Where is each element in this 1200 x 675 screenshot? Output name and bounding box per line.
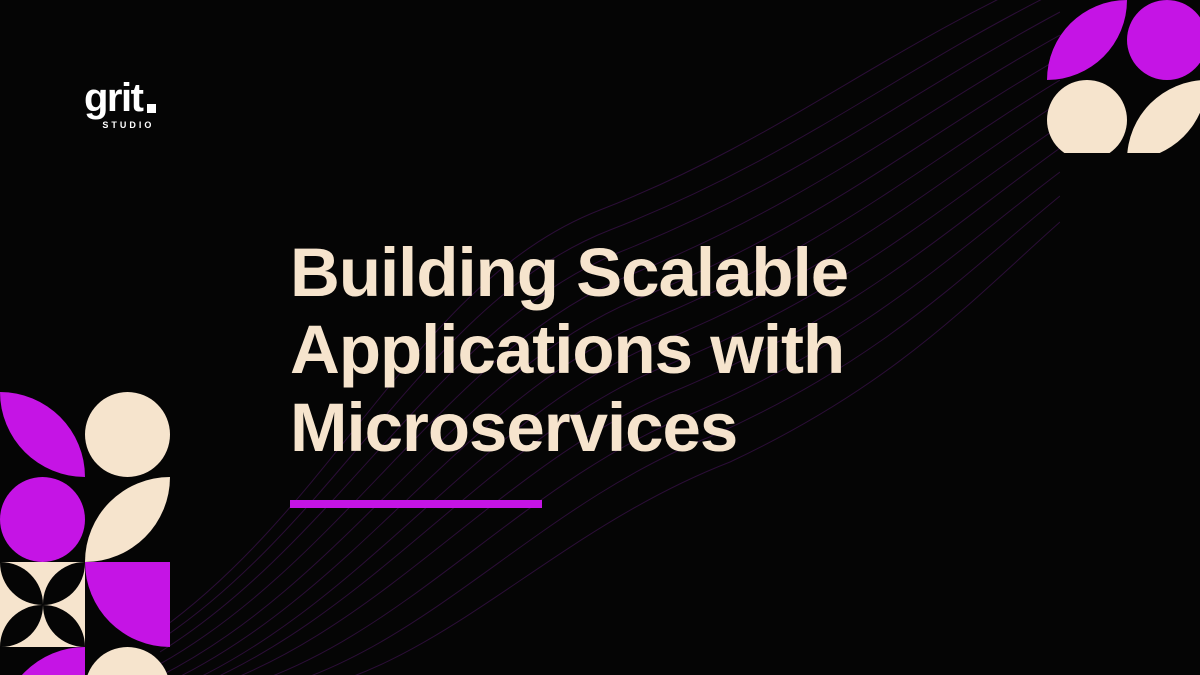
brand-logo: grit STUDIO — [84, 78, 156, 130]
title-line-3: Microservices — [290, 389, 737, 466]
title-line-1: Building Scalable — [290, 234, 848, 311]
shape-circle-icon — [1047, 80, 1127, 153]
slide-title: Building Scalable Applications with Micr… — [290, 234, 1090, 466]
shape-quarter-icon — [85, 562, 170, 647]
shape-leaf-icon — [1047, 0, 1127, 80]
shape-flower-icon — [0, 562, 85, 647]
shape-quarter-icon — [0, 647, 85, 675]
shape-leaf-icon — [85, 477, 170, 562]
headline-block: Building Scalable Applications with Micr… — [290, 234, 1090, 508]
shape-circle-icon — [85, 647, 170, 675]
shape-leaf-icon — [1127, 80, 1200, 153]
accent-underline — [290, 500, 542, 508]
ornament-top-right — [1047, 0, 1200, 153]
slide: grit STUDIO Building Scalable Applicatio… — [0, 0, 1200, 675]
shape-leaf-icon — [0, 392, 85, 477]
ornament-bottom-left — [0, 392, 170, 675]
shape-circle-icon — [0, 477, 85, 562]
shape-circle-icon — [85, 392, 170, 477]
brand-name: grit — [84, 78, 156, 118]
title-line-2: Applications with — [290, 311, 844, 388]
shape-circle-icon — [1127, 0, 1200, 80]
brand-subtitle: STUDIO — [84, 120, 156, 130]
